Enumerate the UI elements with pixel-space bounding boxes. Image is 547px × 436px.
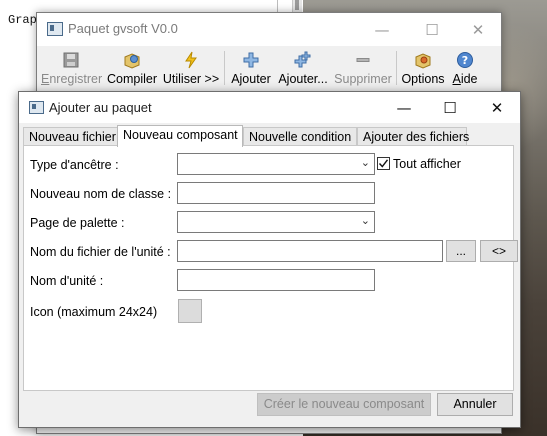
cancel-button[interactable]: Annuler: [437, 393, 513, 416]
tab-add-files[interactable]: Ajouter des fichiers: [357, 127, 469, 146]
new-component-panel: Type d'ancêtre : ⌄ Tout afficher Nouveau…: [23, 145, 518, 391]
dialog-maximize-icon[interactable]: ☐: [427, 92, 473, 123]
dialog-close-icon[interactable]: ✕: [474, 92, 520, 123]
tab-new-condition[interactable]: Nouvelle condition: [243, 127, 357, 146]
unit-name-label: Nom d'unité :: [30, 274, 104, 288]
unit-name-input[interactable]: [177, 269, 375, 291]
compile-button[interactable]: Compiler: [105, 47, 159, 91]
add-button[interactable]: Ajouter: [229, 47, 273, 91]
unit-file-input[interactable]: [177, 240, 443, 262]
main-toolbar: Enregistrer Compiler Utiliser >> Ajouter: [37, 47, 501, 91]
dialog-minimize-icon[interactable]: —: [381, 92, 427, 123]
options-button[interactable]: Options: [400, 47, 446, 91]
save-button[interactable]: Enregistrer: [41, 47, 103, 91]
checkmark-icon: [378, 159, 389, 168]
remove-label: Supprimer: [334, 72, 392, 86]
add-to-package-dialog: Ajouter au paquet — ☐ ✕ Nouveau fichier …: [18, 91, 521, 428]
help-icon: ?: [457, 52, 473, 68]
use-label: Utiliser >>: [162, 72, 220, 86]
dialog-titlebar[interactable]: Ajouter au paquet — ☐ ✕: [19, 92, 520, 123]
maximize-icon[interactable]: ☐: [409, 13, 455, 46]
dialog-window-icon: [29, 101, 44, 114]
tab-new-file[interactable]: Nouveau fichier: [23, 127, 118, 146]
remove-button[interactable]: Supprimer: [333, 47, 393, 91]
ancestor-type-combo[interactable]: ⌄: [177, 153, 375, 175]
class-name-label: Nouveau nom de classe :: [30, 187, 172, 201]
tab-new-component[interactable]: Nouveau composant: [117, 125, 243, 147]
add-more-button[interactable]: Ajouter...: [275, 47, 331, 91]
browse-button[interactable]: ...: [446, 240, 476, 262]
options-label: Options: [401, 72, 445, 86]
close-icon[interactable]: ✕: [455, 13, 501, 46]
main-titlebar[interactable]: Paquet gvsoft V0.0 — ☐ ✕: [37, 13, 501, 46]
chevron-down-icon: ⌄: [360, 214, 370, 227]
palette-page-combo[interactable]: ⌄: [177, 211, 375, 233]
floppy-icon: [63, 52, 79, 68]
show-all-label: Tout afficher: [393, 157, 461, 171]
main-window-title: Paquet gvsoft V0.0: [68, 21, 178, 36]
ancestor-type-label: Type d'ancêtre :: [30, 158, 119, 172]
background-editor-text: Grap: [8, 13, 37, 27]
shorten-button[interactable]: <>: [480, 240, 518, 262]
options-icon: [415, 53, 431, 69]
compile-label: Compiler: [106, 72, 157, 86]
compile-icon: [124, 53, 140, 69]
use-button[interactable]: Utiliser >>: [161, 47, 221, 91]
unit-file-label: Nom du fichier de l'unité :: [30, 245, 171, 259]
create-component-button[interactable]: Créer le nouveau composant: [257, 393, 431, 416]
toolbar-separator: [396, 51, 397, 85]
class-name-input[interactable]: [177, 182, 375, 204]
help-label: Aide: [452, 72, 478, 86]
icon-picker-button[interactable]: [178, 299, 202, 323]
svg-text:?: ?: [462, 54, 468, 67]
help-button[interactable]: ? Aide: [449, 47, 481, 91]
save-label: Enregistrer: [41, 72, 103, 86]
icon-label: Icon (maximum 24x24): [30, 305, 158, 319]
minimize-icon[interactable]: —: [359, 13, 405, 46]
plus-multi-icon: [294, 51, 311, 68]
plus-icon: [243, 52, 259, 68]
add-label: Ajouter: [231, 72, 271, 86]
show-all-checkbox[interactable]: [377, 157, 390, 170]
minus-icon: [356, 58, 370, 62]
app-window-icon: [47, 22, 63, 36]
chevron-down-icon: ⌄: [360, 156, 370, 169]
add-more-label: Ajouter...: [278, 72, 328, 86]
palette-page-label: Page de palette :: [30, 216, 125, 230]
dialog-title: Ajouter au paquet: [49, 100, 152, 115]
lightning-icon: [185, 51, 197, 69]
toolbar-separator: [224, 51, 225, 85]
